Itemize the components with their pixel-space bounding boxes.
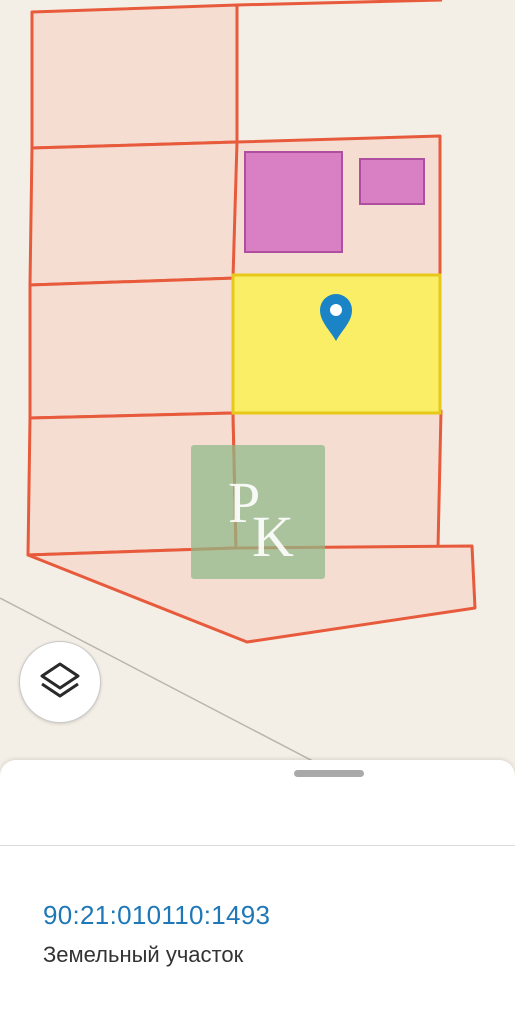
divider [0,845,515,846]
object-type-label: Земельный участок [43,942,244,967]
layers-button[interactable] [19,641,101,723]
svg-text:K: K [252,504,294,569]
watermark-logo: P K [191,445,325,579]
layers-icon [40,662,80,698]
drag-handle[interactable] [294,770,364,777]
parcel[interactable] [28,276,239,420]
info-sheet[interactable]: 90:21:010110:1493 Земельный участок [0,760,515,1024]
building[interactable] [359,158,425,205]
parcel[interactable] [28,140,239,287]
parcel-edge [236,0,443,7]
parcel[interactable] [30,3,239,150]
building[interactable] [244,151,343,253]
cadastral-number-link[interactable]: 90:21:010110:1493 [43,900,270,931]
